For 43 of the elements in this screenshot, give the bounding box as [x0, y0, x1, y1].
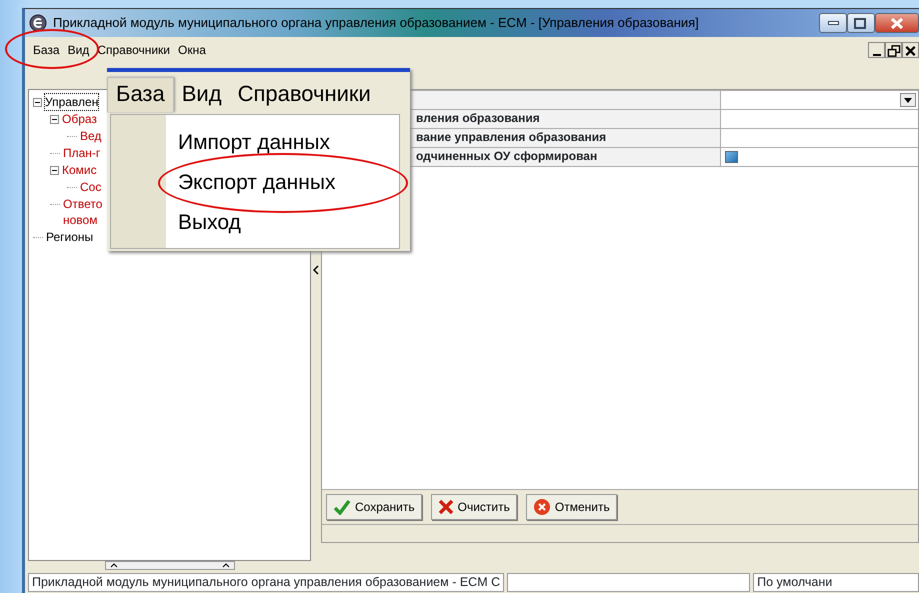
tree-item[interactable]: Сос	[80, 179, 122, 195]
minimize-button[interactable]	[868, 42, 885, 58]
collapse-icon[interactable]	[50, 115, 59, 124]
dropdown-arrow-icon	[904, 98, 912, 102]
app-logo-icon	[29, 14, 47, 32]
status-text: Прикладной модуль муниципального органа управления образованием - ECM C	[28, 573, 504, 592]
scroll-bar[interactable]	[104, 561, 234, 570]
tree-item[interactable]: Вед	[80, 128, 122, 144]
close-icon	[903, 44, 918, 58]
close-button[interactable]	[902, 42, 919, 58]
cancel-icon	[532, 498, 551, 516]
tree-item[interactable]: Образ	[62, 111, 97, 127]
checkbox[interactable]	[725, 151, 738, 163]
restore-button[interactable]	[885, 42, 902, 58]
maximize-button[interactable]	[847, 13, 875, 33]
restore-icon	[886, 44, 901, 58]
save-button[interactable]: Сохранить	[326, 494, 422, 520]
menu-item[interactable]: База	[29, 41, 64, 59]
window-title: Прикладной модуль муниципального органа управления образованием - ECM - [Управления образования]	[53, 14, 699, 32]
cross-icon	[438, 499, 454, 515]
menu-item[interactable]: Экспорт данных	[166, 163, 348, 203]
tree-item[interactable]: Ответо новом	[63, 196, 105, 228]
tree-item[interactable]: Регионы	[46, 229, 94, 245]
cancel-button[interactable]: Отменить	[526, 494, 617, 520]
menu-item[interactable]: Выход	[166, 203, 348, 243]
collapse-icon[interactable]	[33, 98, 42, 107]
minimize-button[interactable]	[819, 13, 847, 33]
dropdown-field[interactable]	[721, 90, 918, 109]
minimize-icon	[872, 54, 880, 56]
menu-item[interactable]: Вид	[174, 78, 230, 112]
clear-button[interactable]: Очистить	[430, 494, 517, 520]
check-icon	[333, 499, 351, 515]
menu-item[interactable]: Справочники	[230, 78, 379, 112]
tree-item[interactable]: Управлен	[45, 94, 98, 110]
menu-item[interactable]: Вид	[64, 41, 94, 59]
tree-item[interactable]: Комис	[62, 162, 97, 178]
menu-item[interactable]: Справочники	[93, 41, 174, 59]
tree-item[interactable]: План-г	[63, 145, 100, 161]
collapse-icon[interactable]	[50, 166, 59, 175]
status-text: По умолчани	[753, 573, 919, 592]
menu-item[interactable]: Окна	[174, 41, 210, 59]
menu-item[interactable]: База	[107, 77, 174, 112]
minimize-icon	[828, 21, 838, 25]
